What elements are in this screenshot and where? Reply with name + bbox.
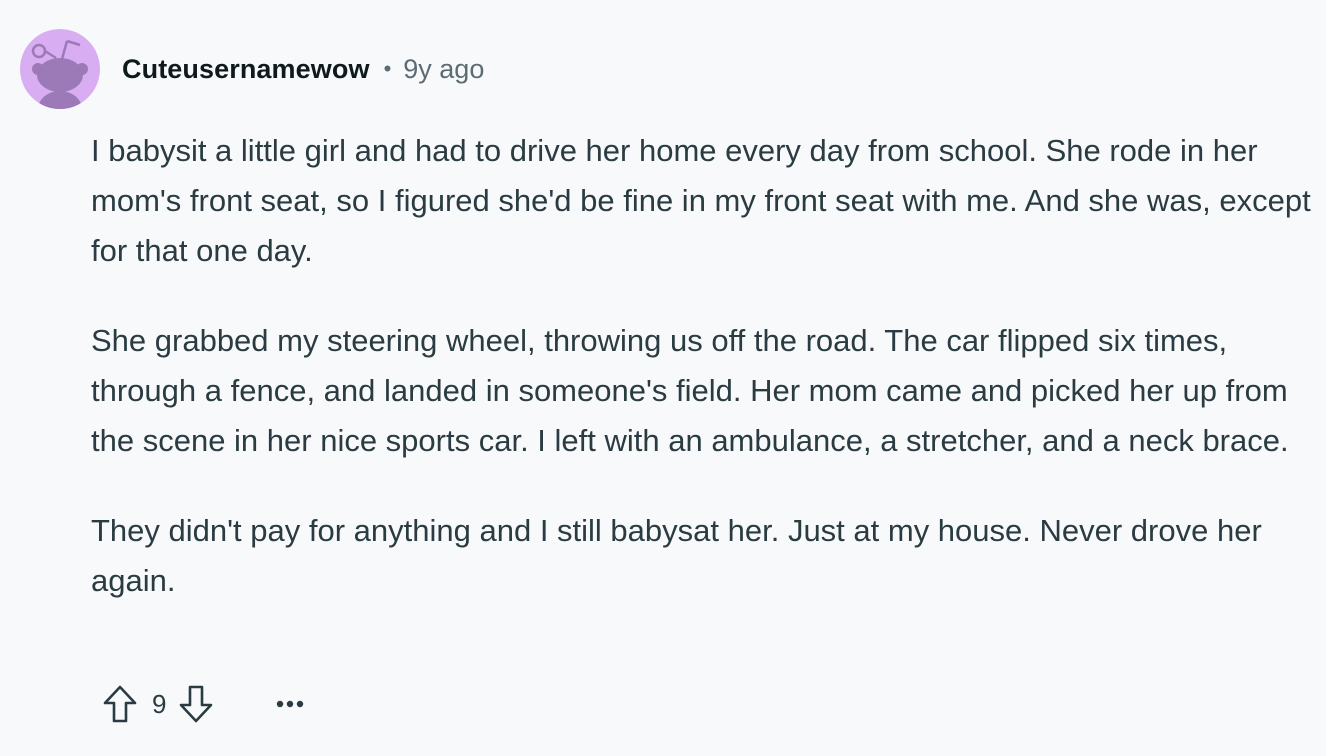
comment-timestamp[interactable]: 9y ago (403, 54, 484, 85)
downvote-button[interactable] (176, 684, 216, 724)
ellipsis-icon (277, 700, 304, 708)
comment-body: I babysit a little girl and had to drive… (91, 126, 1316, 606)
more-options-button[interactable] (270, 684, 310, 724)
downvote-arrow-icon (180, 685, 213, 723)
comment-paragraph: They didn't pay for anything and I still… (91, 513, 1262, 598)
comment-actions: 9 (100, 682, 310, 726)
comment-author[interactable]: Cuteusernamewow (122, 54, 370, 85)
upvote-arrow-icon (103, 685, 137, 723)
avatar[interactable] (20, 29, 100, 109)
comment-paragraph: I babysit a little girl and had to drive… (91, 133, 1311, 268)
meta-separator: • (383, 56, 392, 81)
comment-paragraph: She grabbed my steering wheel, throwing … (91, 323, 1289, 458)
snoo-avatar-icon (31, 39, 88, 109)
upvote-button[interactable] (100, 684, 140, 724)
vote-count: 9 (152, 688, 167, 719)
comment: Cuteusernamewow • 9y ago I babysit a lit… (0, 0, 1326, 756)
comment-header: Cuteusernamewow • 9y ago (20, 29, 484, 109)
